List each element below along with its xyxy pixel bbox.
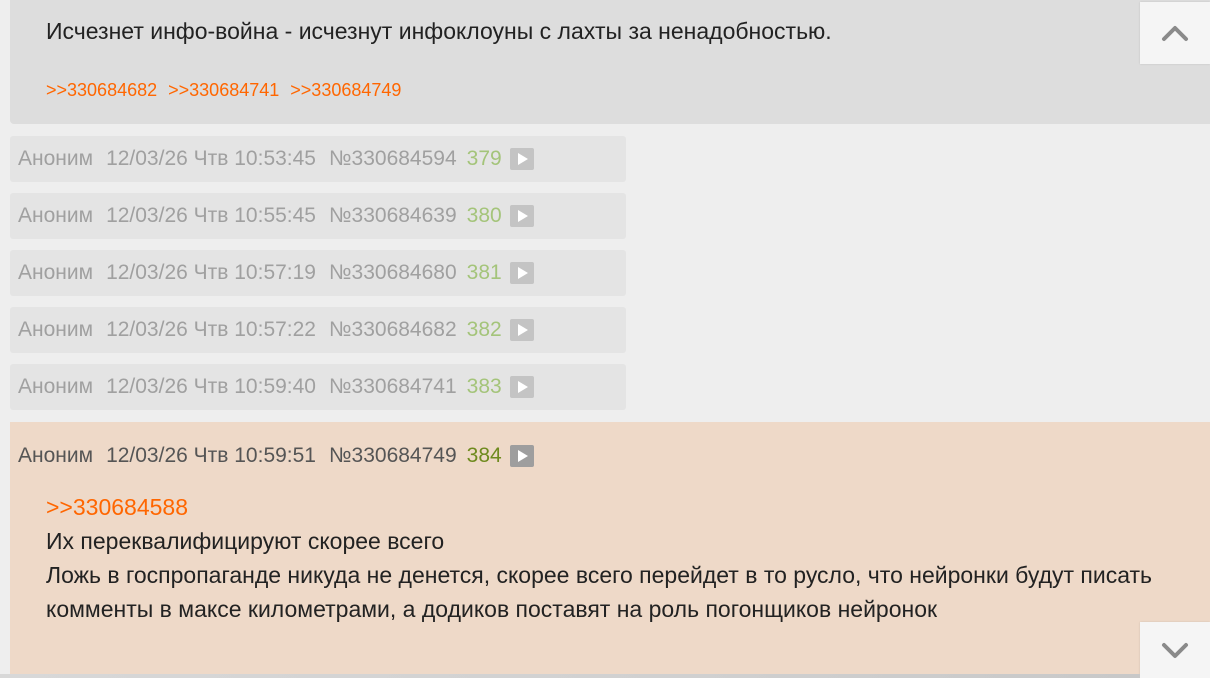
post-replies: >>330684682 >>330684741 >>330684749 bbox=[46, 80, 407, 101]
post-index: 379 bbox=[466, 147, 502, 170]
post-header: Аноним 12/03/26 Чтв 10:57:19 №330684680 … bbox=[18, 261, 534, 285]
bottom-scrollbar[interactable] bbox=[0, 674, 1140, 678]
quote-link[interactable]: >>330684588 bbox=[46, 490, 1170, 524]
post-author: Аноним bbox=[18, 204, 94, 227]
post-header: Аноним 12/03/26 Чтв 10:53:45 №330684594 … bbox=[18, 147, 534, 171]
collapsed-post[interactable]: Аноним 12/03/26 Чтв 10:55:45 №330684639 … bbox=[10, 193, 626, 239]
post-index: 382 bbox=[466, 318, 502, 341]
chevron-down-icon bbox=[1162, 643, 1188, 658]
post-number[interactable]: №330684682 bbox=[329, 318, 457, 342]
play-icon[interactable] bbox=[509, 445, 534, 467]
post-line: Ложь в госпропаганде никуда не денется, … bbox=[46, 562, 1153, 622]
post-header: Аноним 12/03/26 Чтв 10:59:51 №330684749 … bbox=[18, 444, 534, 468]
post-author: Аноним bbox=[18, 261, 94, 284]
play-icon[interactable] bbox=[509, 262, 534, 284]
highlighted-post: Аноним 12/03/26 Чтв 10:59:51 №330684749 … bbox=[10, 422, 1210, 678]
play-icon[interactable] bbox=[509, 205, 534, 227]
scroll-up-button[interactable] bbox=[1140, 2, 1210, 64]
post-index: 380 bbox=[466, 204, 502, 227]
post-date: 12/03/26 Чтв 10:57:19 bbox=[106, 261, 316, 284]
collapsed-post[interactable]: Аноним 12/03/26 Чтв 10:53:45 №330684594 … bbox=[10, 136, 626, 182]
post-number[interactable]: №330684639 bbox=[329, 204, 457, 228]
post-index: 381 bbox=[466, 261, 502, 284]
post-number[interactable]: №330684741 bbox=[329, 375, 457, 399]
play-icon[interactable] bbox=[509, 376, 534, 398]
post-date: 12/03/26 Чтв 10:57:22 bbox=[106, 318, 316, 341]
post-date: 12/03/26 Чтв 10:59:51 bbox=[106, 444, 316, 467]
play-icon[interactable] bbox=[509, 319, 534, 341]
post-author: Аноним bbox=[18, 375, 94, 398]
previous-post: Исчезнет инфо-война - исчезнут инфоклоун… bbox=[10, 0, 1210, 124]
post-index: 384 bbox=[466, 444, 502, 467]
post-date: 12/03/26 Чтв 10:59:40 bbox=[106, 375, 316, 398]
collapsed-post[interactable]: Аноним 12/03/26 Чтв 10:57:19 №330684680 … bbox=[10, 250, 626, 296]
post-author: Аноним bbox=[18, 318, 94, 341]
post-number[interactable]: №330684749 bbox=[329, 444, 457, 468]
post-number[interactable]: №330684680 bbox=[329, 261, 457, 285]
scroll-down-button[interactable] bbox=[1140, 622, 1210, 678]
post-line: Их переквалифицируют скорее всего bbox=[46, 528, 445, 554]
post-date: 12/03/26 Чтв 10:55:45 bbox=[106, 204, 316, 227]
post-author: Аноним bbox=[18, 147, 94, 170]
post-body: >>330684588 Их переквалифицируют скорее … bbox=[46, 490, 1176, 626]
reply-link[interactable]: >>330684682 bbox=[46, 80, 157, 100]
play-icon[interactable] bbox=[509, 148, 534, 170]
post-author: Аноним bbox=[18, 444, 94, 467]
post-header: Аноним 12/03/26 Чтв 10:57:22 №330684682 … bbox=[18, 318, 534, 342]
post-index: 383 bbox=[466, 375, 502, 398]
thread-view: Исчезнет инфо-война - исчезнут инфоклоун… bbox=[0, 0, 1210, 678]
collapsed-post[interactable]: Аноним 12/03/26 Чтв 10:57:22 №330684682 … bbox=[10, 307, 626, 353]
post-text: Исчезнет инфо-война - исчезнут инфоклоун… bbox=[46, 18, 832, 44]
post-date: 12/03/26 Чтв 10:53:45 bbox=[106, 147, 316, 170]
collapsed-post[interactable]: Аноним 12/03/26 Чтв 10:59:40 №330684741 … bbox=[10, 364, 626, 410]
post-header: Аноним 12/03/26 Чтв 10:55:45 №330684639 … bbox=[18, 204, 534, 228]
reply-link[interactable]: >>330684741 bbox=[168, 80, 279, 100]
post-header: Аноним 12/03/26 Чтв 10:59:40 №330684741 … bbox=[18, 375, 534, 399]
post-number[interactable]: №330684594 bbox=[329, 147, 457, 171]
reply-link[interactable]: >>330684749 bbox=[290, 80, 401, 100]
chevron-up-icon bbox=[1162, 26, 1188, 41]
